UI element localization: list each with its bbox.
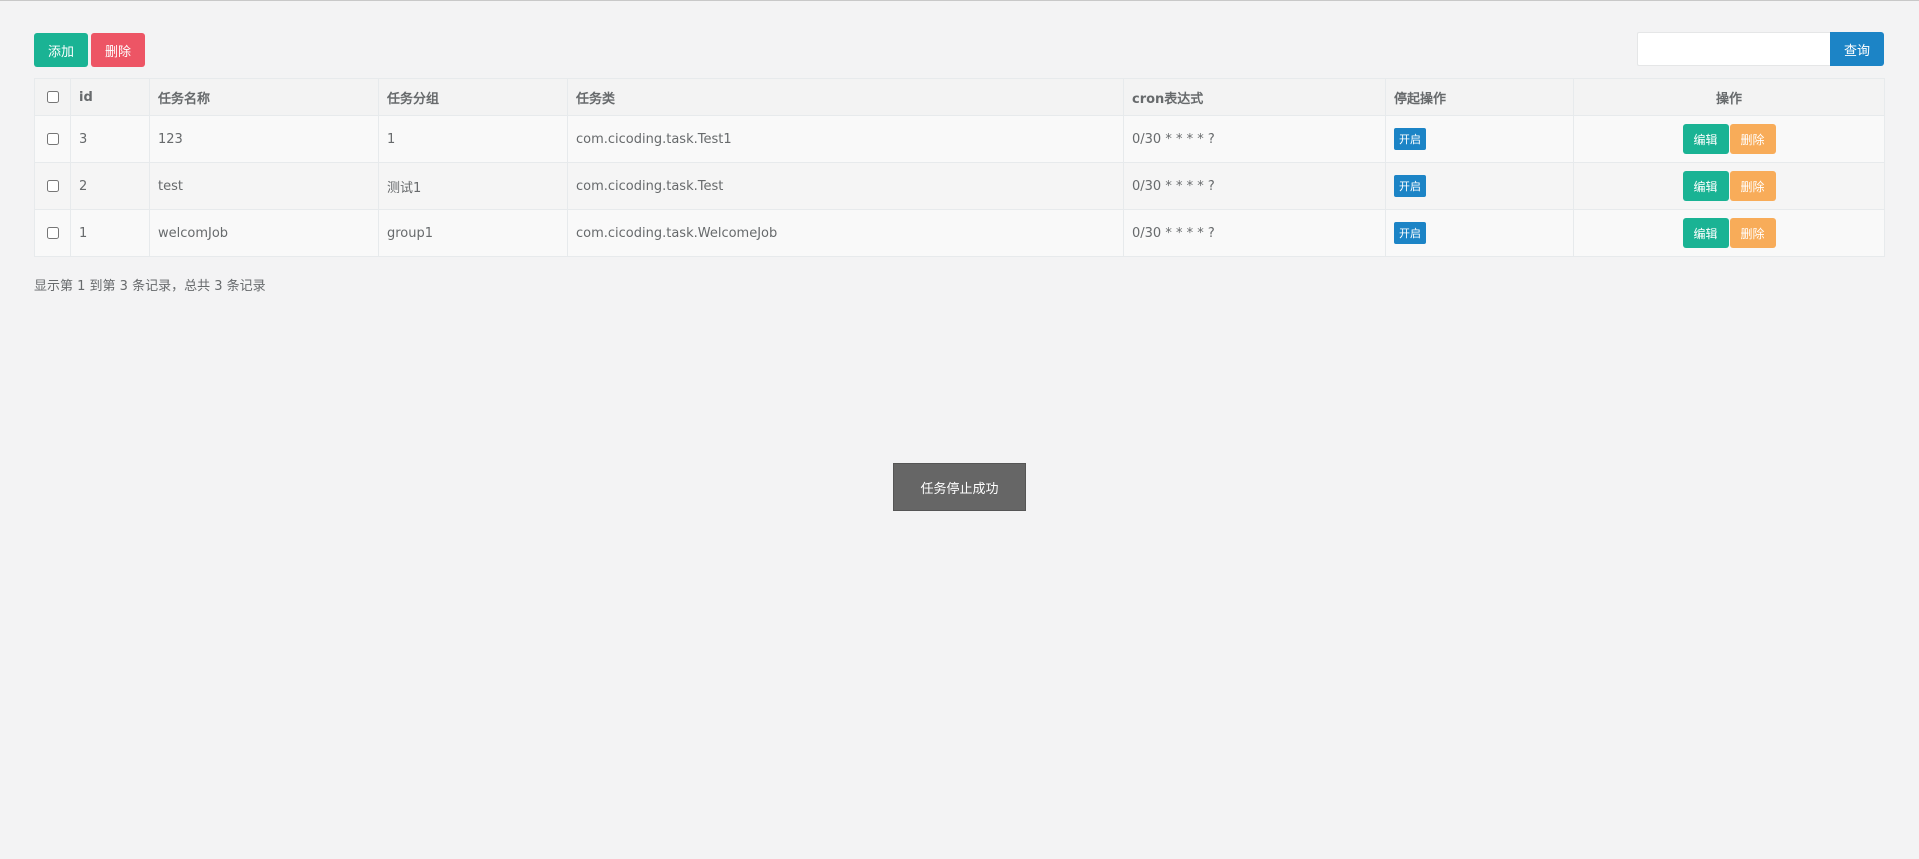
toolbar: 添加 删除 (34, 33, 145, 67)
cell-name: 123 (149, 115, 379, 163)
cell-cron: 0/30 * * * * ? (1123, 115, 1386, 163)
cell-ops: 编辑 删除 (1573, 115, 1885, 163)
start-job-button[interactable]: 开启 (1394, 128, 1426, 150)
remove-button[interactable]: 删除 (1729, 218, 1776, 248)
job-table: id 任务名称 任务分组 任务类 cron表达式 停起操作 操作 3 123 1… (34, 78, 1885, 257)
search-bar: 查询 (1637, 32, 1884, 66)
cell-group: 测试1 (378, 162, 568, 210)
cell-name: test (149, 162, 379, 210)
header-ops: 操作 (1573, 78, 1885, 116)
header-group[interactable]: 任务分组 (378, 78, 568, 116)
cell-group: 1 (378, 115, 568, 163)
table-row: 3 123 1 com.cicoding.task.Test1 0/30 * *… (34, 115, 1885, 163)
cell-toggle: 开启 (1385, 209, 1574, 257)
cell-ops: 编辑 删除 (1573, 209, 1885, 257)
select-all-cell (34, 78, 71, 116)
header-name[interactable]: 任务名称 (149, 78, 379, 116)
table-row: 2 test 测试1 com.cicoding.task.Test 0/30 *… (34, 162, 1885, 210)
query-button[interactable]: 查询 (1830, 32, 1884, 66)
start-job-button[interactable]: 开启 (1394, 222, 1426, 244)
cell-id: 3 (70, 115, 150, 163)
start-job-button[interactable]: 开启 (1394, 175, 1426, 197)
cell-ops: 编辑 删除 (1573, 162, 1885, 210)
header-toggle[interactable]: 停起操作 (1385, 78, 1574, 116)
remove-button[interactable]: 删除 (1729, 171, 1776, 201)
cell-cron: 0/30 * * * * ? (1123, 162, 1386, 210)
search-input[interactable] (1637, 32, 1830, 66)
row-select-cell (34, 209, 71, 257)
table-row: 1 welcomJob group1 com.cicoding.task.Wel… (34, 209, 1885, 257)
cell-id: 1 (70, 209, 150, 257)
pagination-info: 显示第 1 到第 3 条记录，总共 3 条记录 (34, 279, 266, 294)
header-id[interactable]: id (70, 78, 150, 116)
remove-button[interactable]: 删除 (1729, 124, 1776, 154)
cell-group: group1 (378, 209, 568, 257)
cell-name: welcomJob (149, 209, 379, 257)
row-checkbox[interactable] (46, 133, 59, 145)
cell-class: com.cicoding.task.WelcomeJob (567, 209, 1124, 257)
toast-message: 任务停止成功 (893, 463, 1026, 511)
select-all-checkbox[interactable] (46, 91, 59, 103)
header-cron[interactable]: cron表达式 (1123, 78, 1386, 116)
row-checkbox[interactable] (46, 180, 59, 192)
table-header-row: id 任务名称 任务分组 任务类 cron表达式 停起操作 操作 (34, 78, 1885, 116)
cell-toggle: 开启 (1385, 115, 1574, 163)
cell-toggle: 开启 (1385, 162, 1574, 210)
edit-button[interactable]: 编辑 (1682, 171, 1729, 201)
row-select-cell (34, 115, 71, 163)
cell-cron: 0/30 * * * * ? (1123, 209, 1386, 257)
delete-button[interactable]: 删除 (91, 33, 145, 67)
cell-id: 2 (70, 162, 150, 210)
header-class[interactable]: 任务类 (567, 78, 1124, 116)
add-button[interactable]: 添加 (34, 33, 88, 67)
cell-class: com.cicoding.task.Test (567, 162, 1124, 210)
cell-class: com.cicoding.task.Test1 (567, 115, 1124, 163)
row-select-cell (34, 162, 71, 210)
edit-button[interactable]: 编辑 (1682, 218, 1729, 248)
row-checkbox[interactable] (46, 227, 59, 239)
edit-button[interactable]: 编辑 (1682, 124, 1729, 154)
